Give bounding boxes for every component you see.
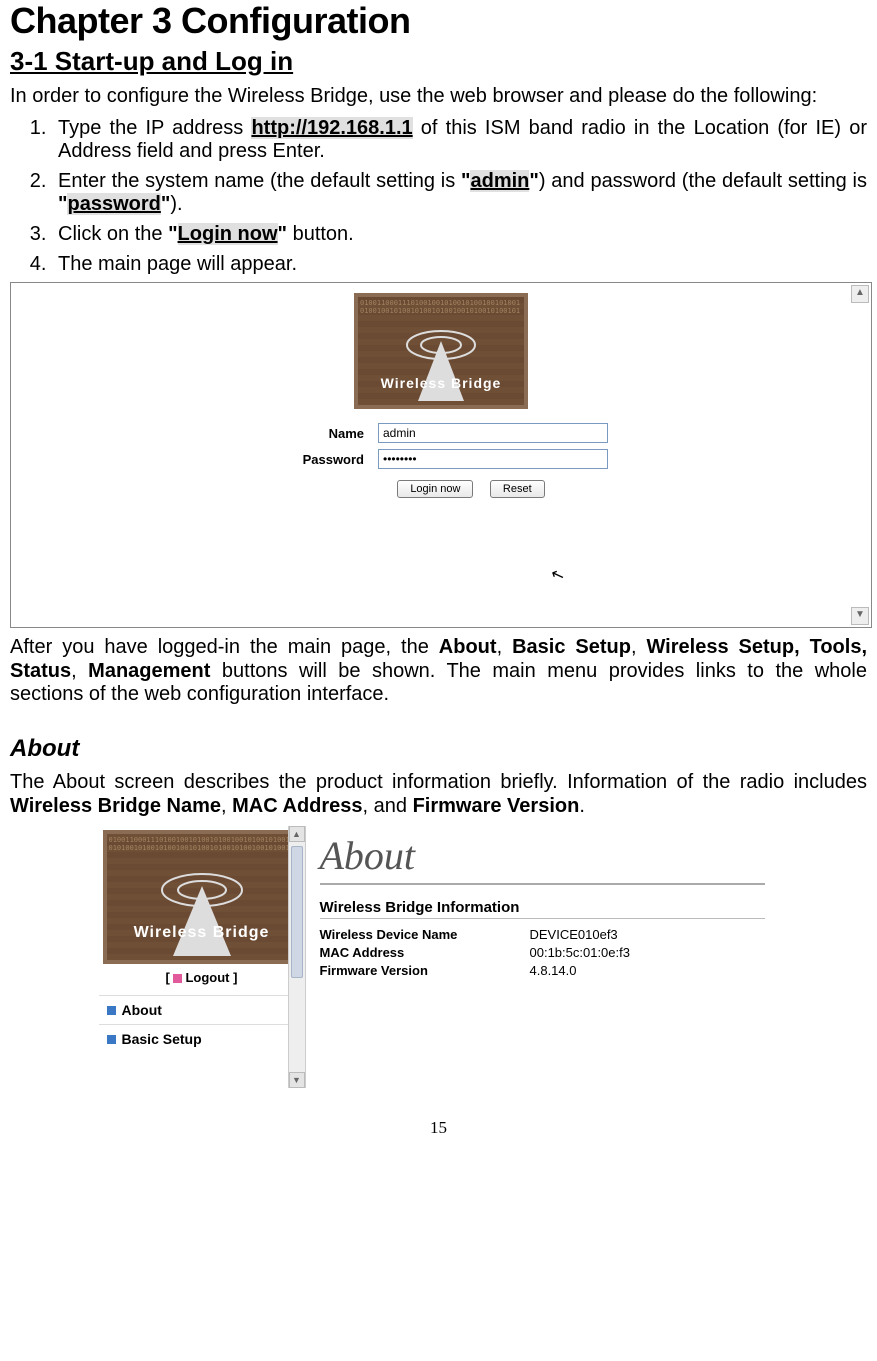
info-key: Wireless Device Name <box>320 927 530 942</box>
sidebar-item-basic-setup[interactable]: Basic Setup <box>99 1024 305 1053</box>
about-panel: About Wireless Bridge Information Wirele… <box>306 826 779 1088</box>
info-value: 4.8.14.0 <box>530 963 765 978</box>
name-input[interactable] <box>378 423 608 443</box>
password-label: Password <box>274 452 364 467</box>
sep3: , <box>71 660 88 682</box>
step-3-q1: " <box>168 223 177 245</box>
cursor-icon: ↖ <box>548 563 567 586</box>
panel-title: About <box>320 832 765 879</box>
about-text-a: The About screen describes the product i… <box>10 771 867 793</box>
about-s3: . <box>579 795 585 817</box>
step-2: Enter the system name (the default setti… <box>52 170 867 217</box>
step-4: The main page will appear. <box>52 253 867 277</box>
bullet-icon <box>107 1006 116 1015</box>
step-3-login-now: Login now <box>178 223 278 245</box>
about-b3: Firmware Version <box>413 795 580 817</box>
sidebar: 0100110001110100100101001010010010100101… <box>99 826 306 1088</box>
step-2-q2: " <box>529 170 538 192</box>
steps-list: Type the IP address http://192.168.1.1 o… <box>10 117 867 277</box>
panel-subtitle: Wireless Bridge Information <box>320 899 765 916</box>
sep2: , <box>631 636 647 658</box>
page-number: 15 <box>10 1118 867 1138</box>
logout-bullet-icon <box>173 974 182 983</box>
scroll-down-icon[interactable]: ▼ <box>289 1072 305 1088</box>
logout-link[interactable]: [ Logout ] <box>99 970 305 985</box>
info-row-device-name: Wireless Device Name DEVICE010ef3 <box>320 927 765 942</box>
about-s2: , and <box>363 795 413 817</box>
about-text: The About screen describes the product i… <box>10 771 867 818</box>
section-title: 3-1 Start-up and Log in <box>10 46 867 77</box>
step-2-text-c: ). <box>170 193 182 215</box>
bullet-icon <box>107 1035 116 1044</box>
scroll-thumb[interactable] <box>291 846 303 978</box>
after-login-a: After you have logged-in the main page, … <box>10 636 439 658</box>
logout-close: ] <box>230 970 238 985</box>
step-2-text-b: ) and password (the default setting is <box>539 170 867 192</box>
logout-label: Logout <box>185 970 229 985</box>
sidebar-scrollbar[interactable]: ▲ ▼ <box>288 826 305 1088</box>
logout-open: [ <box>166 970 174 985</box>
intro-text: In order to configure the Wireless Bridg… <box>10 85 867 109</box>
info-row-mac: MAC Address 00:1b:5c:01:0e:f3 <box>320 945 765 960</box>
step-1-text-a: Type the IP address <box>58 117 251 139</box>
sidebar-item-about[interactable]: About <box>99 995 305 1024</box>
info-row-firmware: Firmware Version 4.8.14.0 <box>320 963 765 978</box>
chapter-title: Chapter 3 Configuration <box>10 0 867 42</box>
about-s1: , <box>221 795 232 817</box>
step-2-text-a: Enter the system name (the default setti… <box>58 170 461 192</box>
sidebar-logo-text: Wireless Bridge <box>107 924 297 942</box>
menu-basic-setup: Basic Setup <box>512 636 631 658</box>
step-3-q2: " <box>278 223 287 245</box>
login-now-button[interactable]: Login now <box>397 480 473 498</box>
login-screenshot: ▲ 01001100011101001001010010100100101001… <box>10 282 872 628</box>
sidebar-item-label: About <box>122 1002 162 1018</box>
sidebar-item-label: Basic Setup <box>122 1031 202 1047</box>
sidebar-logo: 0100110001110100100101001010010010100101… <box>103 830 301 964</box>
step-2-q4: " <box>161 193 170 215</box>
after-login-text: After you have logged-in the main page, … <box>10 636 867 707</box>
sep1: , <box>497 636 513 658</box>
step-2-password: password <box>67 193 160 215</box>
about-b1: Wireless Bridge Name <box>10 795 221 817</box>
divider <box>320 883 765 885</box>
scroll-down-icon[interactable]: ▼ <box>851 607 869 625</box>
step-3: Click on the "Login now" button. <box>52 223 867 247</box>
scroll-up-icon[interactable]: ▲ <box>851 285 869 303</box>
reset-button[interactable]: Reset <box>490 480 545 498</box>
step-1: Type the IP address http://192.168.1.1 o… <box>52 117 867 164</box>
about-heading: About <box>10 735 867 763</box>
wireless-bridge-logo: 0100110001110100100101001010010010100101… <box>354 293 528 409</box>
step-1-ip-link: http://192.168.1.1 <box>251 117 412 139</box>
menu-about: About <box>439 636 497 658</box>
info-key: MAC Address <box>320 945 530 960</box>
password-input[interactable] <box>378 449 608 469</box>
logo-band-text: Wireless Bridge <box>358 375 524 391</box>
step-3-text-a: Click on the <box>58 223 168 245</box>
about-b2: MAC Address <box>232 795 362 817</box>
name-label: Name <box>274 426 364 441</box>
step-3-text-b: button. <box>287 223 354 245</box>
info-value: 00:1b:5c:01:0e:f3 <box>530 945 765 960</box>
scroll-up-icon[interactable]: ▲ <box>289 826 305 842</box>
menu-management: Management <box>88 660 210 682</box>
step-2-admin: admin <box>470 170 529 192</box>
info-key: Firmware Version <box>320 963 530 978</box>
info-value: DEVICE010ef3 <box>530 927 765 942</box>
divider <box>320 918 765 919</box>
about-screenshot: 0100110001110100100101001010010010100101… <box>99 826 779 1088</box>
